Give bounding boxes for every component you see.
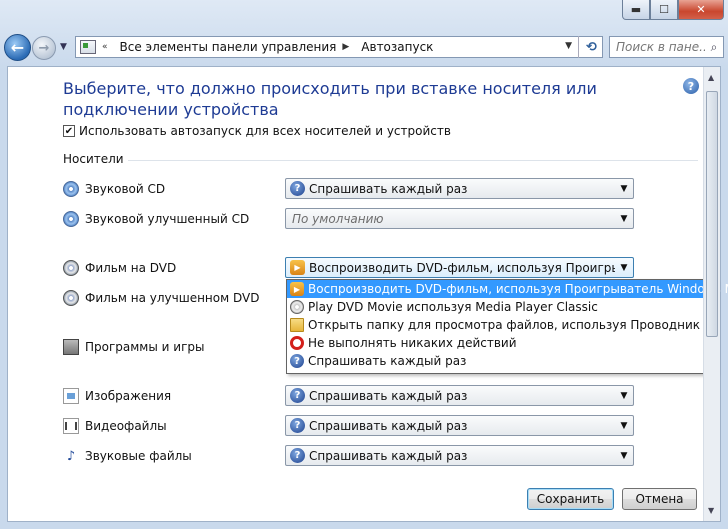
back-button[interactable]: ← <box>4 34 31 61</box>
breadcrumb-chevron-icon[interactable]: « <box>102 42 108 52</box>
media-label: Звуковые файлы <box>85 449 192 463</box>
help-icon[interactable]: ? <box>683 78 699 94</box>
media-row-enhanced-dvd: Фильм на улучшенном DVD <box>63 290 259 306</box>
autoplay-checkbox[interactable]: ✔ <box>63 125 75 137</box>
question-icon: ? <box>290 181 305 196</box>
navigation-bar: ← → ▼ « Все элементы панели управления ▶… <box>0 30 728 66</box>
autoplay-checkbox-row[interactable]: ✔ Использовать автозапуск для всех носит… <box>63 124 451 138</box>
dropdown-option[interactable]: Открыть папку для просмотра файлов, испо… <box>287 316 715 334</box>
select-value: Спрашивать каждый раз <box>309 418 468 433</box>
media-group-label: Носители <box>63 152 124 166</box>
option-label: Не выполнять никаких действий <box>308 336 517 350</box>
enhanced-audio-cd-select[interactable]: По умолчанию ▼ <box>285 208 634 229</box>
search-box[interactable]: Поиск в пане... ⌕ <box>609 36 724 58</box>
video-file-icon <box>63 418 79 434</box>
cancel-button[interactable]: Отмена <box>622 488 697 510</box>
media-label: Звуковой CD <box>85 182 166 196</box>
dvd-disc-icon <box>290 300 304 314</box>
media-label: Программы и игры <box>85 340 205 354</box>
select-value: По умолчанию <box>292 211 384 226</box>
window-controls: ▬ ☐ ✕ <box>622 0 724 20</box>
search-icon[interactable]: ⌕ <box>705 40 723 55</box>
media-row-video-files: Видеофайлы <box>63 418 167 434</box>
image-file-icon <box>63 388 79 404</box>
chevron-down-icon[interactable]: ▼ <box>615 184 633 194</box>
select-value: Спрашивать каждый раз <box>309 388 468 403</box>
dropdown-option[interactable]: ▶ Воспроизводить DVD-фильм, используя Пр… <box>287 280 728 298</box>
question-icon: ? <box>290 354 304 368</box>
dropdown-option[interactable]: Play DVD Movie используя Media Player Cl… <box>287 298 715 316</box>
scroll-thumb[interactable] <box>706 91 718 337</box>
forward-button[interactable]: → <box>32 36 56 60</box>
scroll-up-icon[interactable]: ▲ <box>708 73 714 82</box>
folder-icon <box>290 318 304 332</box>
breadcrumb-autoplay[interactable]: Автозапуск <box>361 40 433 54</box>
vertical-scrollbar[interactable]: ▲ ▼ <box>703 67 720 521</box>
address-bar[interactable]: « Все элементы панели управления ▶ Автоз… <box>75 36 603 58</box>
question-icon: ? <box>290 388 305 403</box>
dvd-icon <box>63 260 79 276</box>
address-chevron-down-icon[interactable]: ▼ <box>565 41 572 51</box>
media-label: Фильм на DVD <box>85 261 177 275</box>
chevron-down-icon[interactable]: ▼ <box>615 214 633 224</box>
dvd-icon <box>63 290 79 306</box>
cd-icon <box>63 181 79 197</box>
dvd-movie-select[interactable]: ▶ Воспроизводить DVD-фильм, используя Пр… <box>285 257 634 278</box>
select-value: Спрашивать каждый раз <box>309 181 468 196</box>
media-row-enhanced-audio-cd: Звуковой улучшенный CD <box>63 211 249 227</box>
control-panel-window: ▬ ☐ ✕ ← → ▼ « Все элементы панели управл… <box>0 0 728 529</box>
dvd-action-dropdown-list: ▶ Воспроизводить DVD-фильм, используя Пр… <box>286 279 728 374</box>
audio-cd-select[interactable]: ? Спрашивать каждый раз ▼ <box>285 178 634 199</box>
content-pane: Выберите, что должно происходить при вст… <box>7 66 728 522</box>
title-bar: ▬ ☐ ✕ <box>0 0 728 28</box>
media-label: Изображения <box>85 389 172 403</box>
scroll-down-icon[interactable]: ▼ <box>708 506 714 515</box>
media-player-icon: ▶ <box>290 260 305 275</box>
media-row-dvd-movie: Фильм на DVD <box>63 260 176 276</box>
control-panel-icon <box>80 40 96 54</box>
option-label: Открыть папку для просмотра файлов, испо… <box>308 318 700 332</box>
select-value: Воспроизводить DVD-фильм, используя Прои… <box>309 260 615 275</box>
dropdown-option[interactable]: Не выполнять никаких действий <box>287 334 715 352</box>
autoplay-checkbox-label[interactable]: Использовать автозапуск для всех носител… <box>79 124 451 138</box>
audio-files-select[interactable]: ? Спрашивать каждый раз ▼ <box>285 445 634 466</box>
option-label: Воспроизводить DVD-фильм, используя Прои… <box>308 282 728 296</box>
media-row-audio-files: ♪ Звуковые файлы <box>63 448 192 464</box>
close-button[interactable]: ✕ <box>678 0 724 20</box>
group-divider <box>128 160 698 161</box>
chevron-down-icon[interactable]: ▼ <box>615 421 633 431</box>
no-action-icon <box>290 336 304 350</box>
dropdown-option[interactable]: ? Спрашивать каждый раз <box>287 352 715 370</box>
media-row-audio-cd: Звуковой CD <box>63 181 165 197</box>
option-label: Спрашивать каждый раз <box>308 354 467 368</box>
audio-file-icon: ♪ <box>66 448 76 464</box>
media-player-icon: ▶ <box>290 282 304 296</box>
images-select[interactable]: ? Спрашивать каждый раз ▼ <box>285 385 634 406</box>
media-label: Фильм на улучшенном DVD <box>85 291 260 305</box>
programs-icon <box>63 339 79 355</box>
save-button[interactable]: Сохранить <box>527 488 614 510</box>
cd-icon <box>63 211 79 227</box>
breadcrumb-separator-icon[interactable]: ▶ <box>342 42 349 52</box>
search-input[interactable]: Поиск в пане... <box>616 40 705 54</box>
question-icon: ? <box>290 448 305 463</box>
recent-pages-chevron-down-icon[interactable]: ▼ <box>60 42 67 52</box>
maximize-button[interactable]: ☐ <box>650 0 678 20</box>
breadcrumb-control-panel[interactable]: Все элементы панели управления <box>120 40 337 54</box>
media-row-images: Изображения <box>63 388 171 404</box>
media-label: Звуковой улучшенный CD <box>85 212 250 226</box>
option-label: Play DVD Movie используя Media Player Cl… <box>308 300 598 314</box>
select-value: Спрашивать каждый раз <box>309 448 468 463</box>
chevron-down-icon[interactable]: ▼ <box>615 263 633 273</box>
chevron-down-icon[interactable]: ▼ <box>615 451 633 461</box>
media-row-programs-games: Программы и игры <box>63 339 204 355</box>
chevron-down-icon[interactable]: ▼ <box>615 391 633 401</box>
refresh-icon[interactable]: ⟲ <box>578 36 604 58</box>
question-icon: ? <box>290 418 305 433</box>
media-label: Видеофайлы <box>85 419 167 433</box>
minimize-button[interactable]: ▬ <box>622 0 650 20</box>
video-files-select[interactable]: ? Спрашивать каждый раз ▼ <box>285 415 634 436</box>
page-title: Выберите, что должно происходить при вст… <box>63 79 597 119</box>
